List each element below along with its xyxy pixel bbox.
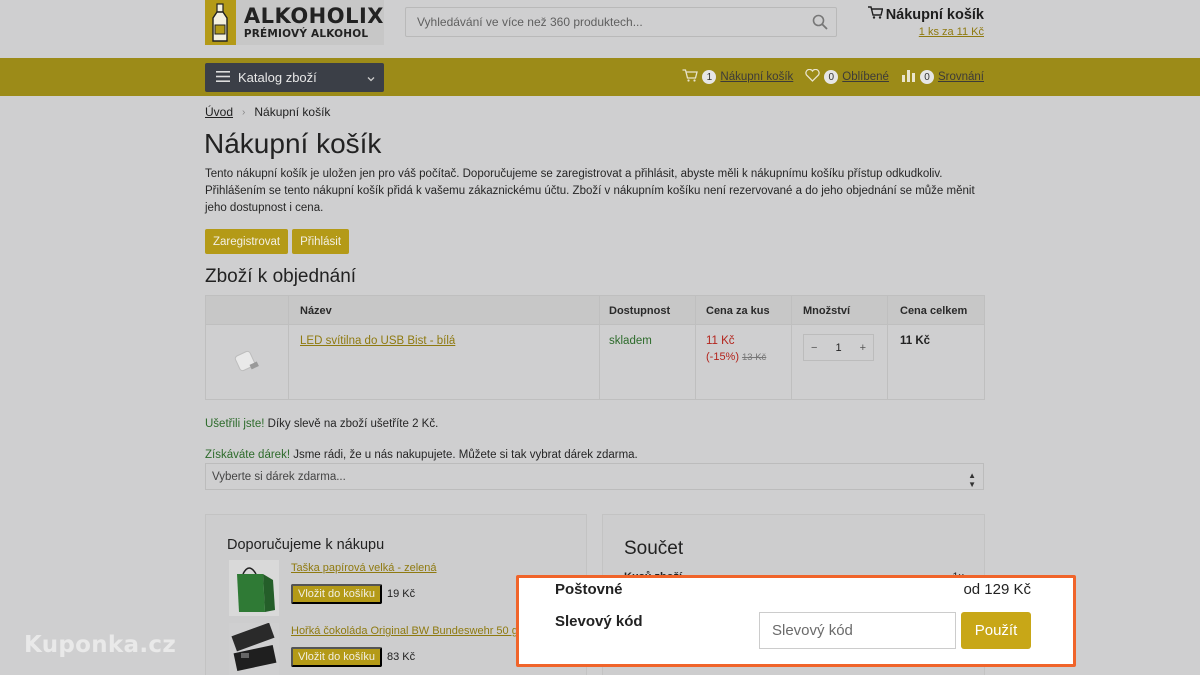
logo[interactable]: ALKOHOLIX PRÉMIOVÝ ALKOHOL (205, 0, 384, 45)
header-quantity: Množství (803, 305, 851, 317)
gift-select-value: Vyberte si dárek zdarma... (212, 470, 346, 483)
quantity-value[interactable]: 1 (835, 342, 841, 354)
nav-favorites[interactable]: 0 Oblíbené (805, 68, 889, 85)
nav-compare[interactable]: 0 Srovnání (901, 69, 984, 85)
plus-icon[interactable]: + (860, 342, 866, 354)
logo-title: ALKOHOLIX (243, 3, 384, 28)
savings-text: Díky slevě na zboží ušetříte 2 Kč. (264, 418, 439, 430)
discount: (-15%) 13 Kč (706, 351, 766, 363)
table-header: Název Dostupnost Cena za kus Množství Ce… (206, 296, 984, 325)
catalog-button[interactable]: Katalog zboží (205, 63, 384, 92)
cart-table: Název Dostupnost Cena za kus Množství Ce… (205, 295, 985, 400)
register-button[interactable]: Zaregistrovat (205, 229, 289, 254)
search-box (405, 7, 837, 37)
header-cart[interactable]: Nákupní košík 1 ks za 11 Kč (867, 6, 984, 38)
add-to-cart-button[interactable]: Vložit do košíku (291, 584, 383, 604)
recommend-item-price: 19 Kč (387, 588, 416, 600)
search-icon[interactable] (812, 14, 828, 35)
chevron-right-icon: › (242, 106, 246, 118)
minus-icon[interactable]: − (811, 342, 817, 354)
summary-heading: Součet (624, 538, 684, 559)
header-availability: Dostupnost (609, 305, 671, 317)
breadcrumb-current: Nákupní košík (254, 105, 331, 119)
catalog-label: Katalog zboží (238, 70, 317, 85)
discount-code-input[interactable] (759, 612, 956, 649)
site-header: ALKOHOLIX PRÉMIOVÝ ALKOHOL Nákupní košík… (0, 0, 1200, 58)
header-unit-price: Cena za kus (706, 305, 770, 317)
nav-compare-label[interactable]: Srovnání (938, 71, 984, 83)
breadcrumb: Úvod › Nákupní košík (205, 105, 330, 119)
login-button[interactable]: Přihlásit (292, 229, 350, 254)
bag-image[interactable] (229, 560, 279, 616)
recommend-item-link[interactable]: Hořká čokoláda Original BW Bundeswehr 50… (291, 625, 518, 637)
nav-compare-count: 0 (919, 70, 934, 84)
discount-code-label: Slevový kód (555, 613, 643, 630)
product-image[interactable] (228, 343, 268, 383)
search-input[interactable] (406, 8, 836, 36)
heart-icon (805, 68, 820, 85)
nav-cart-label[interactable]: Nákupní košík (720, 71, 793, 83)
nav-cart[interactable]: 1 Nákupní košík (682, 69, 793, 85)
discount-code-highlight: Poštovné od 129 Kč Slevový kód Použít (516, 575, 1076, 667)
logo-subtitle: PRÉMIOVÝ ALKOHOL (243, 27, 369, 40)
add-to-cart-button[interactable]: Vložit do košíku (291, 647, 383, 667)
unit-price: 11 Kč (706, 335, 735, 347)
shipping-value: od 129 Kč (963, 581, 1031, 598)
row-total: 11 Kč (900, 335, 931, 347)
availability-status: skladem (609, 335, 652, 347)
nav-favorites-label[interactable]: Oblíbené (842, 71, 889, 83)
apply-code-button[interactable]: Použít (961, 612, 1031, 649)
menu-icon (216, 70, 230, 85)
cart-icon (867, 6, 884, 23)
header-cart-summary[interactable]: 1 ks za 11 Kč (868, 26, 984, 38)
chocolate-image[interactable] (229, 622, 279, 675)
cart-icon (682, 69, 699, 85)
nav-favorites-count: 0 (824, 70, 839, 84)
header-name: Název (300, 305, 332, 317)
watermark: Kuponka.cz (24, 632, 177, 658)
order-heading: Zboží k objednání (205, 266, 357, 287)
chevron-down-icon (366, 72, 376, 87)
header-cart-title: Nákupní košík (885, 6, 984, 23)
breadcrumb-home[interactable]: Úvod (205, 105, 233, 119)
navbar: Katalog zboží 1 Nákupní košík 0 Oblíbené… (0, 58, 1200, 96)
gift-text: Jsme rádi, že u nás nakupujete. Můžete s… (290, 449, 638, 461)
nav-cart-count: 1 (702, 70, 717, 84)
intro-text: Tento nákupní košík je uložen jen pro vá… (205, 168, 975, 214)
gift-select[interactable]: Vyberte si dárek zdarma... ▲ ▼ (205, 463, 984, 490)
savings-highlight: Ušetřili jste! (205, 418, 265, 430)
shipping-label: Poštovné (555, 581, 623, 598)
product-link[interactable]: LED svítilna do USB Bist - bílá (300, 335, 455, 347)
compare-icon (901, 69, 916, 85)
table-row: LED svítilna do USB Bist - bílá skladem … (206, 325, 984, 399)
old-price: 13 Kč (742, 352, 767, 363)
bottle-icon (205, 0, 236, 45)
header-total: Cena celkem (900, 305, 968, 317)
select-arrows-icon: ▲ ▼ (968, 471, 976, 489)
savings-note: Ušetřili jste! Díky slevě na zboží ušetř… (205, 418, 438, 430)
recommend-item-link[interactable]: Taška papírová velká - zelená (291, 562, 437, 574)
gift-note: Získáváte dárek! Jsme rádi, že u nás nak… (205, 449, 638, 461)
quantity-stepper: − 1 + (803, 334, 874, 361)
gift-highlight: Získáváte dárek! (205, 449, 291, 461)
discount-percent: (-15%) (706, 351, 740, 363)
recommend-heading: Doporučujeme k nákupu (227, 537, 385, 553)
recommend-item-price: 83 Kč (387, 651, 416, 663)
page-title: Nákupní košík (204, 128, 382, 159)
